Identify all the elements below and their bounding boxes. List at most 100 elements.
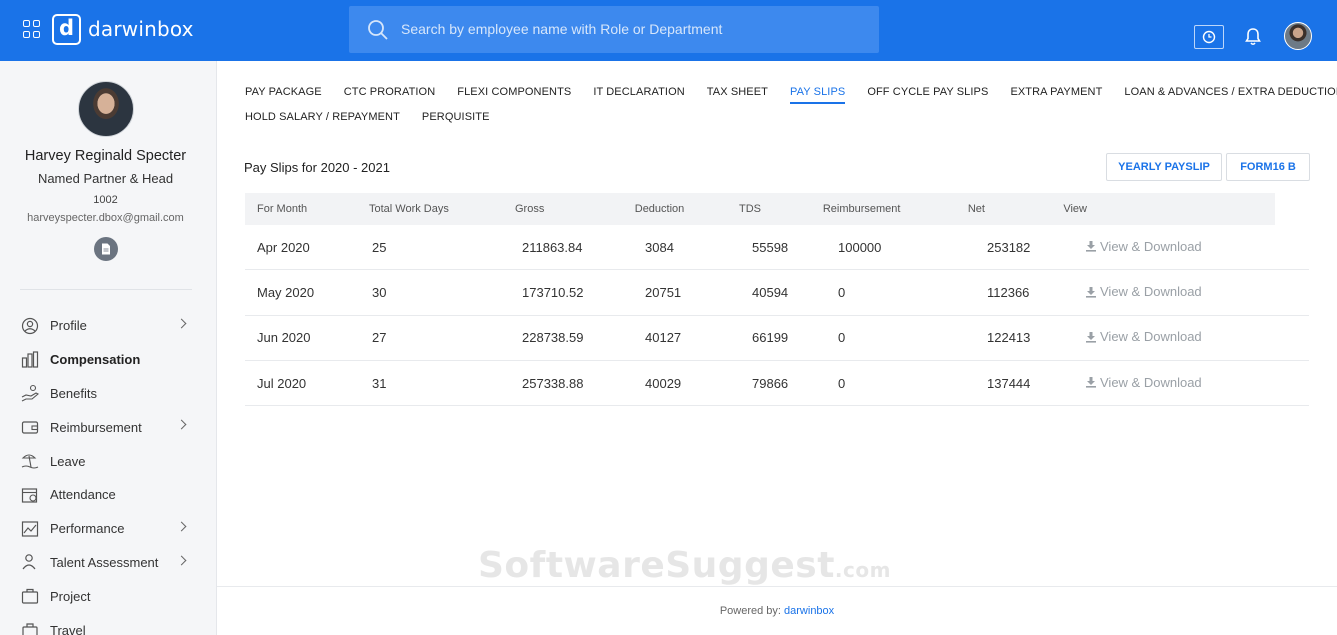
- cell-net: 112366: [987, 284, 1030, 300]
- tab-tax-sheet[interactable]: TAX SHEET: [707, 80, 768, 102]
- column-header: For Month: [257, 203, 308, 215]
- cell-month: May 2020: [257, 284, 315, 300]
- cell-net: 253182: [987, 239, 1031, 255]
- cell-reimbursement: 0: [838, 284, 846, 300]
- view-download-link[interactable]: View & Download: [1085, 239, 1202, 254]
- watermark-suffix: .com: [834, 558, 891, 582]
- chevron-right-icon: [176, 318, 187, 329]
- notification-bell-icon[interactable]: [1244, 27, 1262, 46]
- cell-tds: 40594: [752, 284, 789, 300]
- column-header: Reimbursement: [822, 203, 901, 215]
- cell-month: Jul 2020: [257, 375, 307, 391]
- view-download-link[interactable]: View & Download: [1085, 375, 1202, 390]
- view-download-label: View & Download: [1100, 374, 1202, 390]
- file-icon: [102, 243, 110, 255]
- sidebar-item-attendance[interactable]: Attendance: [0, 478, 216, 512]
- form16b-button[interactable]: FORM16 B: [1226, 153, 1310, 181]
- brand-name[interactable]: darwinbox: [88, 17, 194, 41]
- document-icon[interactable]: [94, 237, 118, 261]
- tab-extra-payment[interactable]: EXTRA PAYMENT: [1010, 80, 1102, 102]
- table-row: May 2020 30 173710.52 20751 40594 0 1123…: [245, 270, 1309, 316]
- payslips-table: For Month Total Work Days Gross Deductio…: [245, 193, 1309, 407]
- sidebar-item-compensation[interactable]: Compensation: [0, 343, 216, 377]
- sidebar-item-label: Benefits: [50, 385, 97, 401]
- sidebar-item-reimbursement[interactable]: Reimbursement: [0, 410, 216, 444]
- cell-tds: 55598: [752, 239, 789, 255]
- column-header: Total Work Days: [369, 203, 449, 215]
- download-icon: [1086, 286, 1096, 298]
- sidebar-item-label: Project: [50, 588, 91, 604]
- footer: Powered by: darwinbox: [217, 586, 1337, 635]
- compensation-icon: [20, 351, 40, 369]
- compensation-tabs: PAY PACKAGE CTC PRORATION FLEXI COMPONEN…: [245, 80, 1337, 130]
- chart-line-icon: [20, 520, 40, 538]
- sidebar-item-travel[interactable]: Travel: [0, 613, 216, 635]
- chevron-right-icon: [176, 555, 187, 566]
- beach-leave-icon: [20, 452, 40, 470]
- hand-benefits-icon: [20, 384, 40, 402]
- column-header: Net: [967, 203, 985, 215]
- cell-net: 122413: [987, 330, 1031, 346]
- darwinbox-logo-icon[interactable]: d: [52, 14, 81, 45]
- search-icon[interactable]: [367, 19, 389, 41]
- cell-work-days: 25: [372, 239, 387, 255]
- sidebar-item-leave[interactable]: Leave: [0, 444, 216, 478]
- sidebar-nav: Profile Compensation Benefits Reimbursem…: [0, 309, 216, 635]
- sidebar-item-profile[interactable]: Profile: [0, 309, 216, 343]
- cell-gross: 211863.84: [522, 239, 583, 255]
- sidebar-item-label: Reimbursement: [50, 419, 142, 435]
- tab-pay-package[interactable]: PAY PACKAGE: [245, 80, 322, 102]
- apps-grid-icon[interactable]: [23, 20, 41, 38]
- download-icon: [1086, 331, 1096, 343]
- tab-perquisite[interactable]: PERQUISITE: [422, 105, 490, 127]
- sidebar-item-benefits[interactable]: Benefits: [0, 377, 216, 411]
- yearly-payslip-button[interactable]: YEARLY PAYSLIP: [1106, 153, 1222, 181]
- calendar-clock-icon: [20, 486, 40, 504]
- user-circle-icon: [20, 317, 40, 335]
- sidebar-item-label: Attendance: [50, 487, 116, 503]
- search-input[interactable]: [401, 18, 861, 40]
- cell-month: Jun 2020: [257, 330, 311, 346]
- column-header: View: [1063, 203, 1087, 215]
- tab-loan-advances[interactable]: LOAN & ADVANCES / EXTRA DEDUCTIONS: [1124, 80, 1337, 102]
- sidebar-item-performance[interactable]: Performance: [0, 512, 216, 546]
- sidebar-item-label: Performance: [50, 521, 125, 537]
- page-title: Pay Slips for 2020 - 2021: [244, 160, 390, 175]
- cell-reimbursement: 0: [838, 375, 846, 391]
- clock-button[interactable]: [1194, 25, 1224, 49]
- view-download-link[interactable]: View & Download: [1085, 284, 1202, 299]
- profile-employee-id: 1002: [93, 194, 118, 206]
- view-download-cell: View & Download: [1073, 239, 1303, 256]
- sidebar: Harvey Reginald Specter Named Partner & …: [0, 61, 217, 635]
- tab-off-cycle-pay-slips[interactable]: OFF CYCLE PAY SLIPS: [867, 80, 988, 102]
- download-icon: [1086, 377, 1096, 388]
- sidebar-divider: [20, 289, 192, 290]
- view-download-cell: View & Download: [1073, 284, 1303, 301]
- sidebar-item-talent-assessment[interactable]: Talent Assessment: [0, 546, 216, 580]
- footer-prefix: Powered by:: [719, 605, 781, 617]
- tab-flexi-components[interactable]: FLEXI COMPONENTS: [457, 80, 571, 102]
- download-icon: [1086, 241, 1096, 252]
- chevron-right-icon: [176, 521, 187, 532]
- tab-hold-salary[interactable]: HOLD SALARY / REPAYMENT: [245, 105, 400, 127]
- sidebar-item-label: Compensation: [50, 352, 141, 368]
- person-assessment-icon: [20, 553, 40, 571]
- sidebar-item-label: Leave: [50, 453, 86, 469]
- wallet-icon: [20, 418, 40, 436]
- cell-reimbursement: 0: [838, 330, 846, 346]
- cell-gross: 228738.59: [522, 330, 584, 346]
- tab-it-declaration[interactable]: IT DECLARATION: [593, 80, 684, 102]
- view-download-cell: View & Download: [1073, 375, 1303, 392]
- search-bar[interactable]: [349, 6, 879, 53]
- cell-work-days: 27: [372, 330, 387, 346]
- watermark-text: SoftwareSuggest: [478, 545, 835, 586]
- tab-ctc-proration[interactable]: CTC PRORATION: [344, 80, 436, 102]
- sidebar-item-project[interactable]: Project: [0, 579, 216, 613]
- cell-work-days: 31: [372, 375, 387, 391]
- view-download-label: View & Download: [1100, 329, 1202, 345]
- cell-deduction: 40029: [645, 375, 682, 391]
- user-avatar[interactable]: [1284, 22, 1312, 50]
- tab-pay-slips[interactable]: PAY SLIPS: [790, 80, 846, 104]
- view-download-link[interactable]: View & Download: [1085, 329, 1202, 344]
- footer-darwinbox-link[interactable]: darwinbox: [784, 605, 834, 617]
